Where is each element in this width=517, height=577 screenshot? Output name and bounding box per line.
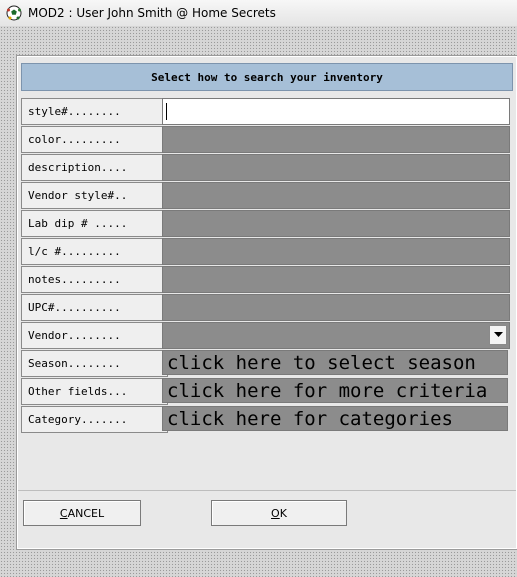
ok-button[interactable]: OK <box>211 500 347 526</box>
cancel-button[interactable]: C ANCEL <box>23 500 141 526</box>
search-dialog: Select how to search your inventory styl… <box>17 56 517 549</box>
row-category: Category....... click here for categorie… <box>21 406 514 433</box>
title-bar[interactable]: MOD2 : User John Smith @ Home Secrets <box>0 0 517 26</box>
field-label: Vendor style#.. <box>21 182 168 209</box>
row-notes: notes......... <box>21 266 514 293</box>
row-lc: l/c #......... <box>21 238 514 265</box>
row-lab-dip: Lab dip # ..... <box>21 210 514 237</box>
cancel-mnemonic: C <box>59 506 68 520</box>
field-label: Vendor........ <box>21 322 168 349</box>
lc-input[interactable] <box>162 238 510 265</box>
text-caret <box>166 103 167 120</box>
row-vendor: Vendor........ <box>21 322 514 349</box>
ok-label: K <box>279 506 287 520</box>
field-label: notes......... <box>21 266 168 293</box>
ok-mnemonic: O <box>271 506 280 520</box>
field-label: UPC#.......... <box>21 294 168 321</box>
field-label: Lab dip # ..... <box>21 210 168 237</box>
row-description: description.... <box>21 154 514 181</box>
field-label: color......... <box>21 126 168 153</box>
row-other-fields: Other fields... click here for more crit… <box>21 378 514 405</box>
field-label: style#........ <box>21 98 168 125</box>
description-input[interactable] <box>162 154 510 181</box>
app-window: MOD2 : User John Smith @ Home Secrets Se… <box>0 0 517 577</box>
more-criteria-action[interactable]: click here for more criteria <box>162 378 508 403</box>
field-label: Season........ <box>21 350 168 377</box>
notes-input[interactable] <box>162 266 510 293</box>
row-season: Season........ click here to select seas… <box>21 350 514 377</box>
window-title: MOD2 : User John Smith @ Home Secrets <box>28 6 276 20</box>
cancel-label: ANCEL <box>67 506 105 520</box>
categories-action[interactable]: click here for categories <box>162 406 508 431</box>
field-label: description.... <box>21 154 168 181</box>
field-label: Other fields... <box>21 378 168 405</box>
divider <box>18 490 516 491</box>
field-label: l/c #......... <box>21 238 168 265</box>
row-color: color......... <box>21 126 514 153</box>
chevron-down-icon <box>493 332 503 337</box>
row-style: style#........ <box>21 98 514 125</box>
field-label: Category....... <box>21 406 168 433</box>
row-upc: UPC#.......... <box>21 294 514 321</box>
color-input[interactable] <box>162 126 510 153</box>
style-input[interactable] <box>162 98 510 125</box>
row-vendor-style: Vendor style#.. <box>21 182 514 209</box>
dialog-header: Select how to search your inventory <box>21 63 513 91</box>
upc-input[interactable] <box>162 294 510 321</box>
select-season-action[interactable]: click here to select season <box>162 350 508 375</box>
soccer-ball-icon <box>6 5 22 21</box>
dropdown-button[interactable] <box>489 325 507 345</box>
vendor-select[interactable] <box>162 322 510 349</box>
vendor-style-input[interactable] <box>162 182 510 209</box>
lab-dip-input[interactable] <box>162 210 510 237</box>
